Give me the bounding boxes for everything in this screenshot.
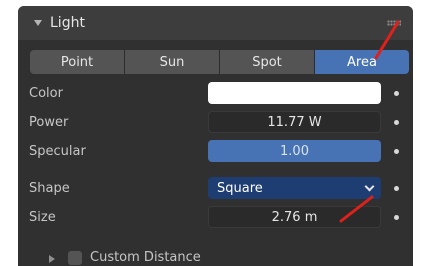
power-field[interactable]: 11.77 W [208,111,381,133]
shape-value: Square [217,180,263,196]
specular-row: Specular 1.00 [18,140,413,162]
expand-arrow-icon[interactable] [49,255,55,263]
collapse-arrow-icon[interactable] [34,20,42,26]
light-panel: Light Point Sun Spot Area Color Power 11… [18,6,413,266]
drag-grip-icon[interactable] [387,20,401,26]
specular-keyframe-dot[interactable] [394,149,399,154]
shape-dropdown[interactable]: Square [208,177,381,199]
custom-distance-subpanel[interactable]: Custom Distance [18,248,413,266]
size-keyframe-dot[interactable] [394,215,399,220]
tab-sun[interactable]: Sun [125,50,220,74]
shape-keyframe-dot[interactable] [394,186,399,191]
panel-body: Point Sun Spot Area Color Power 11.77 W … [18,40,413,266]
custom-distance-checkbox[interactable] [68,251,82,265]
power-keyframe-dot[interactable] [394,120,399,125]
power-label: Power [29,114,69,130]
tab-area[interactable]: Area [315,50,409,74]
tab-spot[interactable]: Spot [220,50,315,74]
color-keyframe-dot[interactable] [394,91,399,96]
panel-header[interactable]: Light [18,6,413,40]
chevron-down-icon [364,181,375,192]
panel-title: Light [50,15,85,31]
color-row: Color [18,82,413,104]
tab-point[interactable]: Point [30,50,125,74]
specular-label: Specular [29,143,86,159]
color-swatch[interactable] [208,82,381,104]
power-row: Power 11.77 W [18,111,413,133]
shape-label: Shape [29,180,70,196]
size-row: Size 2.76 m [18,206,413,228]
light-type-tabs: Point Sun Spot Area [30,50,409,74]
specular-slider[interactable]: 1.00 [208,140,381,162]
custom-distance-label: Custom Distance [90,250,201,265]
color-label: Color [29,85,63,101]
size-label: Size [29,209,56,225]
size-field[interactable]: 2.76 m [208,206,381,228]
shape-row: Shape Square [18,177,413,199]
